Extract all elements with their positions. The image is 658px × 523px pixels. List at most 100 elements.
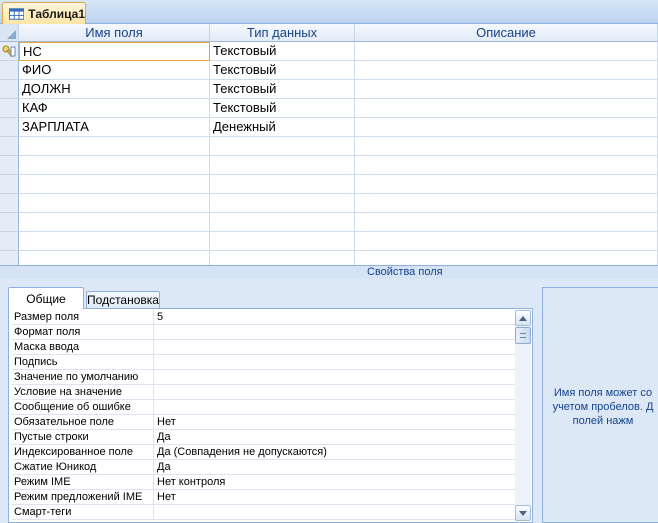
field-row[interactable] xyxy=(0,232,658,251)
property-value[interactable]: 5 xyxy=(155,310,515,325)
field-name-cell[interactable] xyxy=(19,137,210,156)
property-row[interactable]: Обязательное поле Нет xyxy=(12,415,515,430)
property-value[interactable] xyxy=(155,385,515,400)
scroll-up-button[interactable] xyxy=(515,310,531,326)
data-type-cell[interactable] xyxy=(210,137,355,156)
column-header-data-type[interactable]: Тип данных xyxy=(210,24,355,42)
field-name-cell[interactable]: ДОЛЖН xyxy=(19,80,210,99)
property-value[interactable] xyxy=(155,355,515,370)
data-type-cell[interactable]: Денежный xyxy=(210,118,355,137)
row-selector[interactable] xyxy=(0,213,19,232)
property-row[interactable]: Смарт-теги xyxy=(12,505,515,520)
arrow-up-icon xyxy=(519,316,527,321)
row-selector[interactable] xyxy=(0,118,19,137)
field-row[interactable] xyxy=(0,156,658,175)
document-tab[interactable]: Таблица1 xyxy=(2,2,86,25)
field-name-cell[interactable]: ФИО xyxy=(19,61,210,80)
data-type-cell[interactable] xyxy=(210,194,355,213)
property-value[interactable]: Нет xyxy=(155,415,515,430)
description-cell[interactable] xyxy=(355,61,658,80)
field-row[interactable]: НС Текстовый xyxy=(0,42,658,61)
field-row[interactable] xyxy=(0,137,658,156)
description-cell[interactable] xyxy=(355,80,658,99)
row-selector[interactable] xyxy=(0,61,19,80)
column-header-field-name[interactable]: Имя поля xyxy=(19,24,210,42)
description-cell[interactable] xyxy=(355,213,658,232)
field-row[interactable]: ДОЛЖН Текстовый xyxy=(0,80,658,99)
property-row[interactable]: Индексированное поле Да (Совпадения не до… xyxy=(12,445,515,460)
description-cell[interactable] xyxy=(355,175,658,194)
data-type-cell[interactable]: Текстовый xyxy=(210,42,355,61)
row-selector[interactable] xyxy=(0,194,19,213)
property-value[interactable]: Да (Совпадения не допускаются) xyxy=(155,445,515,460)
property-scrollbar[interactable] xyxy=(515,310,531,521)
select-all-corner[interactable] xyxy=(0,24,19,42)
property-value[interactable] xyxy=(155,340,515,355)
row-selector[interactable] xyxy=(0,156,19,175)
scroll-down-button[interactable] xyxy=(515,505,531,521)
tab-lookup[interactable]: Подстановка xyxy=(86,291,160,309)
field-name-cell[interactable] xyxy=(19,213,210,232)
property-value[interactable]: Да xyxy=(155,460,515,475)
row-selector[interactable] xyxy=(0,80,19,99)
field-name-cell[interactable] xyxy=(19,194,210,213)
description-cell[interactable] xyxy=(355,137,658,156)
help-text-line: Имя поля может со xyxy=(553,387,653,399)
field-name-cell[interactable] xyxy=(19,232,210,251)
field-row[interactable] xyxy=(0,194,658,213)
field-design-grid: Имя поля Тип данных Описание НС Текстовый… xyxy=(0,24,658,270)
row-selector[interactable] xyxy=(0,99,19,118)
field-name-cell[interactable] xyxy=(19,175,210,194)
description-cell[interactable] xyxy=(355,118,658,137)
scroll-thumb[interactable] xyxy=(515,327,531,344)
property-label: Условие на значение xyxy=(12,385,154,400)
field-row[interactable]: ЗАРПЛАТА Денежный xyxy=(0,118,658,137)
property-row[interactable]: Формат поля xyxy=(12,325,515,340)
row-selector[interactable] xyxy=(0,175,19,194)
tab-general[interactable]: Общие xyxy=(8,287,84,309)
field-name-cell[interactable]: КАФ xyxy=(19,99,210,118)
property-value[interactable] xyxy=(155,370,515,385)
property-row[interactable]: Сжатие Юникод Да xyxy=(12,460,515,475)
field-name-cell[interactable]: НС xyxy=(19,42,210,61)
data-type-cell[interactable] xyxy=(210,156,355,175)
row-selector[interactable] xyxy=(0,232,19,251)
property-value[interactable] xyxy=(155,325,515,340)
data-type-cell[interactable]: Текстовый xyxy=(210,61,355,80)
field-name-cell[interactable]: ЗАРПЛАТА xyxy=(19,118,210,137)
property-value[interactable] xyxy=(155,400,515,415)
row-selector[interactable] xyxy=(0,42,19,61)
field-name-cell[interactable] xyxy=(19,156,210,175)
field-row[interactable]: ФИО Текстовый xyxy=(0,61,658,80)
data-type-cell[interactable] xyxy=(210,213,355,232)
data-type-cell[interactable]: Текстовый xyxy=(210,99,355,118)
data-type-cell[interactable]: Текстовый xyxy=(210,80,355,99)
property-row[interactable]: Значение по умолчанию xyxy=(12,370,515,385)
property-row[interactable]: Подпись xyxy=(12,355,515,370)
description-cell[interactable] xyxy=(355,232,658,251)
field-row[interactable] xyxy=(0,213,658,232)
data-type-cell[interactable] xyxy=(210,175,355,194)
property-label: Сообщение об ошибке xyxy=(12,400,154,415)
property-row[interactable]: Режим предложений IME Нет xyxy=(12,490,515,505)
property-row[interactable]: Условие на значение xyxy=(12,385,515,400)
property-row[interactable]: Сообщение об ошибке xyxy=(12,400,515,415)
property-row[interactable]: Режим IME Нет контроля xyxy=(12,475,515,490)
description-cell[interactable] xyxy=(355,99,658,118)
data-type-cell[interactable] xyxy=(210,232,355,251)
property-value[interactable]: Да xyxy=(155,430,515,445)
property-value[interactable] xyxy=(155,505,515,520)
property-label: Режим IME xyxy=(12,475,154,490)
property-value[interactable]: Нет контроля xyxy=(155,475,515,490)
property-row[interactable]: Пустые строки Да xyxy=(12,430,515,445)
property-value[interactable]: Нет xyxy=(155,490,515,505)
property-row[interactable]: Размер поля 5 xyxy=(12,310,515,325)
field-row[interactable] xyxy=(0,175,658,194)
row-selector[interactable] xyxy=(0,137,19,156)
description-cell[interactable] xyxy=(355,42,658,61)
description-cell[interactable] xyxy=(355,194,658,213)
field-row[interactable]: КАФ Текстовый xyxy=(0,99,658,118)
description-cell[interactable] xyxy=(355,156,658,175)
property-row[interactable]: Маска ввода xyxy=(12,340,515,355)
column-header-description[interactable]: Описание xyxy=(355,24,658,42)
